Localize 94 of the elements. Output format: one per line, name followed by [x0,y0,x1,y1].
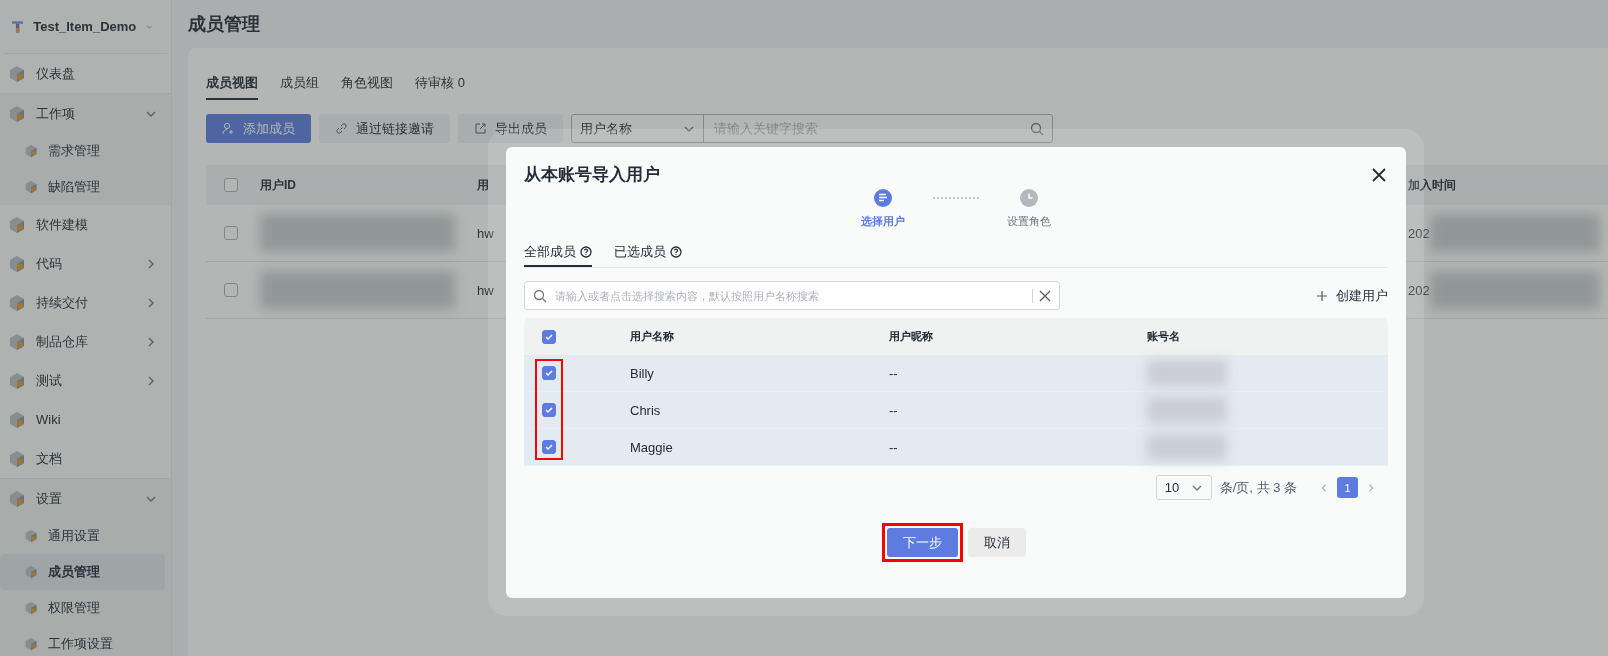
export-icon [474,122,487,135]
cube-icon [8,104,26,123]
checkbox[interactable] [224,283,238,297]
checkbox[interactable] [542,329,556,344]
checkmark-icon [544,331,554,342]
search-icon [533,288,547,303]
cube-icon [8,449,26,468]
checkmark-icon [544,368,554,378]
cube-icon [24,144,38,158]
search-field[interactable]: 请输入或者点击选择搜索内容，默认按照用户名称搜索 [524,281,1060,310]
cube-icon [8,254,26,273]
cancel-button[interactable]: 取消 [967,528,1026,557]
cube-icon [8,371,26,390]
filter-select[interactable]: 用户名称 [572,115,704,142]
column-header: 账号名 [1147,329,1180,344]
toolbar-button[interactable]: 通过链接邀请 [319,114,450,143]
page-title: 成员管理 [188,13,261,36]
page-button[interactable]: 1 [1337,477,1358,498]
table-cell: -- [889,365,898,381]
cube-icon [8,293,26,312]
clear-icon[interactable] [1039,289,1051,302]
close-button[interactable] [1370,165,1388,184]
checkbox[interactable] [224,226,238,240]
chevron-left-icon [1319,482,1329,493]
help-icon [580,246,592,258]
pagination-summary: 条/页, 共 3 条 [1219,478,1297,497]
step-label: 选择用户 [861,214,905,229]
tab[interactable]: 已选成员 [614,239,682,267]
checkbox[interactable] [542,403,556,417]
cube-icon [8,215,26,234]
cube-icon [8,489,26,508]
create-user-button[interactable]: 创建用户 [1316,286,1388,305]
nav-item[interactable]: 工作项 [0,94,171,133]
toolbar-button[interactable]: 导出成员 [458,114,563,143]
page-size-select[interactable]: 10 [1155,475,1212,500]
nav-subitem[interactable]: 权限管理 [0,590,165,626]
plus-icon [1316,289,1328,302]
table-cell: -- [889,402,898,418]
nav-subitem[interactable]: 需求管理 [0,133,165,169]
column-header: 加入时间 [1408,176,1456,194]
cube-icon [24,565,38,579]
nav-subitem[interactable]: 成员管理 [0,554,165,590]
cube-icon [8,64,26,83]
tab[interactable]: 成员视图 [206,68,258,100]
nav-item[interactable]: 仪表盘 [0,54,171,93]
checkmark-icon [544,405,554,415]
user-add-icon [222,122,235,135]
column-header: 用 [477,176,489,194]
dialog-title: 从本账号导入用户 [524,164,660,186]
table-cell: hw [477,225,494,241]
nav-item[interactable]: 代码 [0,244,171,283]
checkbox[interactable] [542,366,556,380]
nav-item[interactable]: 设置 [0,479,171,518]
chevron-right-icon [1366,482,1376,493]
table-cell: -- [889,439,898,455]
checkbox[interactable] [542,440,556,454]
column-header: 用户昵称 [889,329,933,344]
nav-item[interactable]: 测试 [0,361,171,400]
table-cell: hw [477,282,494,298]
help-icon [670,246,682,258]
checkmark-icon [544,442,554,452]
table-cell: Billy [630,365,654,381]
column-header: 用户ID [260,176,296,194]
cube-icon [24,637,38,651]
tab[interactable]: 角色视图 [341,68,393,100]
nav-item[interactable]: 持续交付 [0,283,171,322]
tab[interactable]: 全部成员 [524,239,592,267]
next-button[interactable]: 下一步 [886,528,958,557]
cube-icon [24,601,38,615]
link-icon [335,122,348,135]
search-icon [1030,121,1044,136]
tab[interactable]: 成员组 [280,68,319,100]
cube-icon [24,529,38,543]
step-label: 设置角色 [1007,214,1051,229]
table-cell: 202 [1408,282,1430,298]
nav-item[interactable]: Wiki [0,400,171,439]
nav-item[interactable]: 文档 [0,439,171,478]
close-icon [1370,165,1388,184]
column-header: 用户名称 [630,329,674,344]
checkbox[interactable] [224,178,238,192]
cube-icon [8,332,26,351]
table-cell: Maggie [630,439,673,455]
nav-subitem[interactable]: 通用设置 [0,518,165,554]
project-name: Test_Item_Demo [33,19,137,34]
nav-subitem[interactable]: 工作项设置 [0,626,165,656]
cube-icon [24,180,38,194]
cube-icon [8,410,26,429]
tab[interactable]: 待审核 0 [415,68,465,100]
table-cell: Chris [630,402,661,418]
table-cell: 202 [1408,225,1430,241]
search-input[interactable]: 请输入或者点击选择搜索内容，默认按照用户名称搜索 [553,288,1026,303]
nav-item[interactable]: 制品仓库 [0,322,171,361]
nav-subitem[interactable]: 缺陷管理 [0,169,165,205]
nav-item[interactable]: 软件建模 [0,205,171,244]
